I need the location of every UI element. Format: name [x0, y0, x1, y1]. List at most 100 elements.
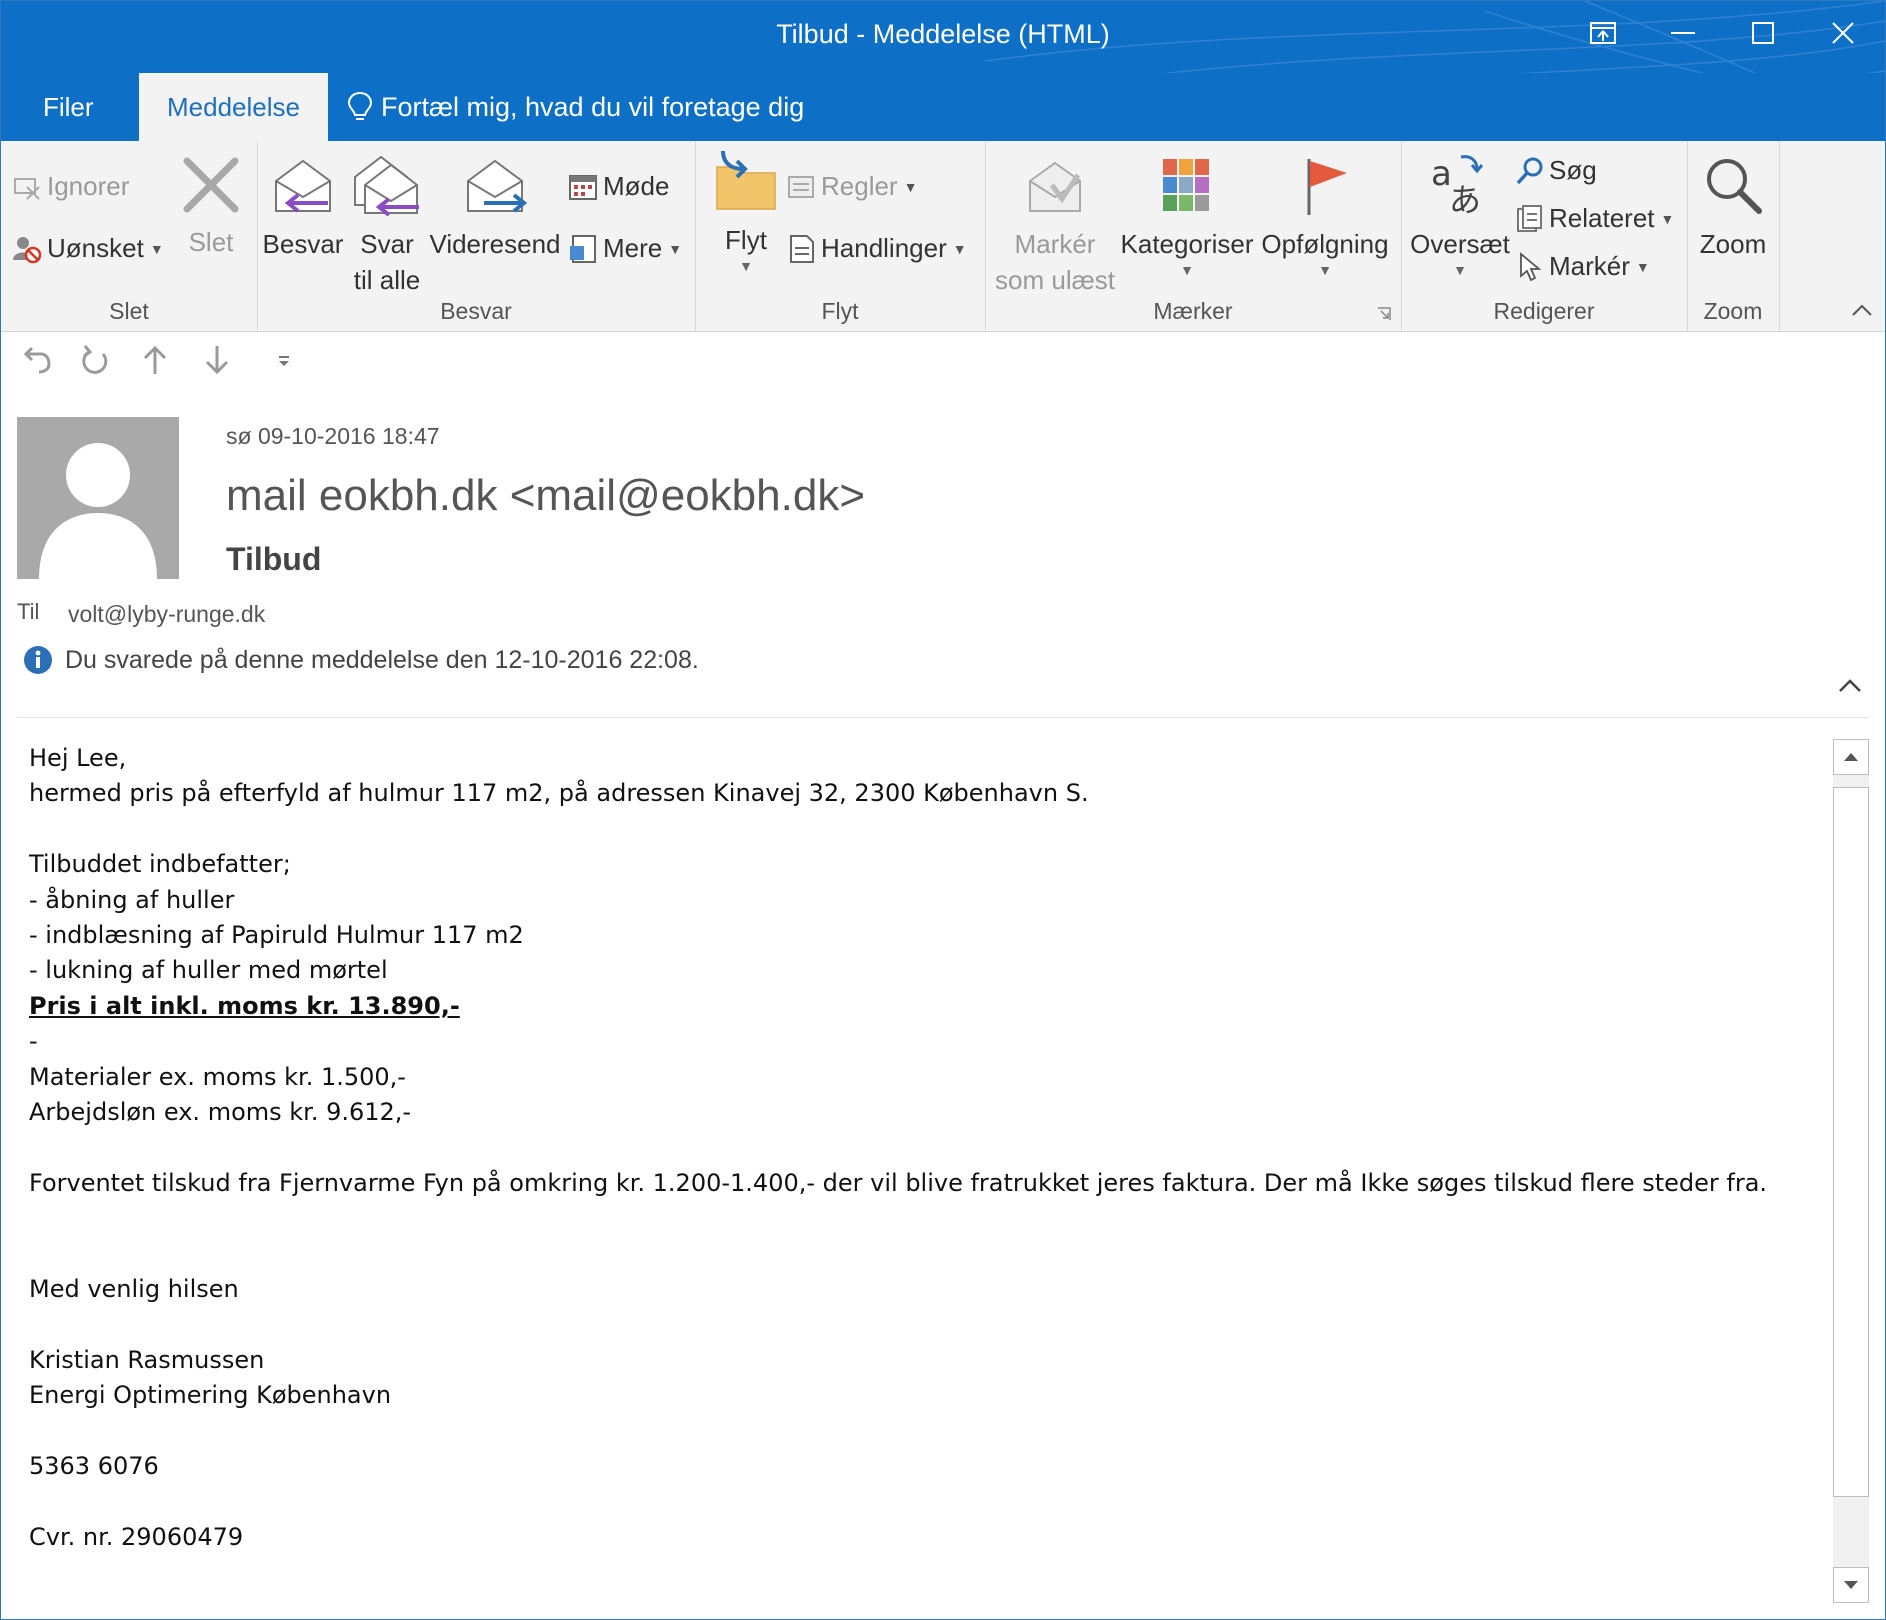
ribbon-display-options-button[interactable]: [1573, 13, 1633, 53]
customize-toolbar-icon[interactable]: [265, 342, 301, 378]
svg-text:あ: あ: [1449, 181, 1481, 217]
tab-message[interactable]: Meddelelse: [139, 73, 328, 141]
body-line: Energi Optimering København: [29, 1381, 392, 1410]
dialog-launcher-icon[interactable]: [1377, 307, 1391, 321]
undo-icon[interactable]: [17, 342, 53, 378]
body-line: [29, 1484, 1809, 1519]
categorize-button[interactable]: Kategoriser ▼: [1117, 155, 1257, 278]
reply-all-button[interactable]: Svar til alle: [345, 151, 429, 298]
chevron-down-icon: ▼: [739, 258, 753, 274]
maximize-button[interactable]: [1733, 13, 1793, 53]
body-line: 5363 6076: [29, 1451, 159, 1480]
mark-unread-icon: [1029, 161, 1081, 212]
actions-label: Handlinger: [821, 233, 947, 263]
group-move: Flyt ▼ Regler ▼ Handlinger ▼ Flyt: [695, 141, 986, 331]
more-respond-icon: [570, 234, 596, 263]
find-button[interactable]: Søg: [1515, 155, 1597, 186]
junk-label: Uønsket: [47, 233, 144, 263]
group-move-label: Flyt: [821, 298, 859, 324]
header-divider: [17, 717, 1869, 718]
close-icon: [1832, 22, 1854, 44]
reply-button[interactable]: Besvar: [261, 155, 345, 262]
message-body: Hej Lee, hermed pris på efterfyld af hul…: [29, 741, 1809, 1555]
info-bar[interactable]: Du svarede på denne meddelelse den 12-10…: [23, 645, 699, 675]
tab-file[interactable]: Filer: [43, 73, 94, 141]
select-button[interactable]: Markér ▼: [1515, 251, 1650, 282]
scroll-thumb[interactable]: [1833, 787, 1869, 1497]
minimize-button[interactable]: [1653, 13, 1713, 53]
reply-all-icon: [354, 155, 419, 217]
redo-icon[interactable]: [77, 342, 113, 378]
maximize-icon: [1752, 22, 1774, 44]
body-line: - åbning af huller: [29, 885, 235, 914]
previous-item-arrow-up-icon[interactable]: [137, 342, 173, 378]
scroll-down-icon: [1844, 1581, 1858, 1589]
meeting-label: Møde: [603, 171, 670, 201]
more-respond-label: Mere: [603, 233, 663, 263]
translate-button[interactable]: aあ Oversæt ▼: [1407, 151, 1513, 278]
zoom-button[interactable]: Zoom: [1687, 153, 1779, 262]
move-button[interactable]: Flyt ▼: [703, 147, 789, 274]
select-label: Markér: [1549, 251, 1630, 281]
mark-unread-button[interactable]: Markér som ulæst: [987, 155, 1123, 298]
magnifier-icon: [1707, 159, 1762, 214]
body-line: [29, 1413, 1809, 1448]
body-line: [29, 1201, 1809, 1236]
delete-x-icon: [183, 157, 239, 213]
next-item-arrow-down-icon[interactable]: [199, 342, 235, 378]
translate-icon: aあ: [1431, 154, 1484, 219]
ignore-button[interactable]: Ignorer: [13, 171, 129, 202]
body-line: Hej Lee,: [29, 744, 127, 772]
body-line: Materialer ex. moms kr. 1.500,-: [29, 1062, 406, 1091]
folder-move-icon: [716, 150, 776, 210]
group-editing-label: Redigerer: [1493, 298, 1595, 324]
group-respond: Besvar Svar til alle Videresend Møde Mer…: [257, 141, 696, 331]
calendar-icon: [569, 174, 597, 200]
delete-button[interactable]: Slet: [171, 155, 251, 260]
rules-button[interactable]: Regler ▼: [787, 171, 917, 202]
reply-label: Besvar: [262, 229, 344, 259]
minimize-icon: [1671, 32, 1695, 34]
actions-button[interactable]: Handlinger ▼: [787, 233, 967, 264]
zoom-label: Zoom: [1699, 229, 1767, 259]
vertical-scrollbar[interactable]: [1833, 739, 1869, 1603]
more-respond-button[interactable]: Mere ▼: [569, 233, 682, 264]
scroll-up-button[interactable]: [1833, 739, 1869, 775]
chevron-down-icon: ▼: [149, 240, 164, 257]
message-sender[interactable]: mail eokbh.dk <mail@eokbh.dk>: [226, 471, 865, 521]
chevron-down-icon: ▼: [668, 240, 683, 257]
ignore-icon: [14, 177, 40, 200]
message-subject: Tilbud: [226, 541, 322, 577]
meeting-button[interactable]: Møde: [569, 171, 669, 202]
total-price-line: Pris i alt inkl. moms kr. 13.890,-: [29, 991, 460, 1020]
tell-me-box[interactable]: Fortæl mig, hvad du vil foretage dig: [347, 91, 804, 123]
related-button[interactable]: Relateret ▼: [1515, 203, 1674, 234]
to-recipient[interactable]: volt@lyby-runge.dk: [68, 601, 265, 628]
chevron-down-icon: ▼: [1180, 262, 1194, 278]
forward-button[interactable]: Videresend: [425, 155, 565, 262]
chevron-down-icon: ▼: [1660, 210, 1675, 227]
search-icon: [1516, 157, 1543, 184]
tell-me-text: Fortæl mig, hvad du vil foretage dig: [381, 91, 805, 122]
lightbulb-icon: [347, 91, 373, 120]
body-line: -: [29, 1027, 38, 1056]
reply-all-label-line1: Svar: [360, 229, 414, 259]
actions-icon: [790, 234, 814, 263]
body-line: - lukning af huller med mørtel: [29, 956, 388, 985]
ribbon-tab-row: Filer Meddelelse Fortæl mig, hvad du vil…: [1, 73, 1885, 141]
follow-up-button[interactable]: Opfølgning ▼: [1257, 155, 1393, 278]
collapse-header-chevron-up-icon[interactable]: [1835, 671, 1865, 701]
close-button[interactable]: [1813, 13, 1873, 53]
follow-up-label: Opfølgning: [1261, 229, 1389, 259]
group-editing: aあ Oversæt ▼ Søg Relateret ▼ Markér ▼ Redi…: [1401, 141, 1688, 331]
categorize-label: Kategoriser: [1120, 229, 1254, 259]
move-label: Flyt: [725, 225, 767, 255]
collapse-ribbon-icon[interactable]: [1851, 303, 1873, 317]
ribbon: Ignorer Uønsket ▼ Slet Slet Besvar Svar t…: [1, 141, 1885, 332]
junk-button[interactable]: Uønsket ▼: [11, 233, 164, 264]
group-tags-label: Mærker: [1153, 298, 1233, 324]
chevron-down-icon: ▼: [1453, 262, 1467, 278]
scroll-down-button[interactable]: [1833, 1567, 1869, 1603]
body-line: [29, 812, 1809, 847]
info-icon: [24, 646, 52, 674]
